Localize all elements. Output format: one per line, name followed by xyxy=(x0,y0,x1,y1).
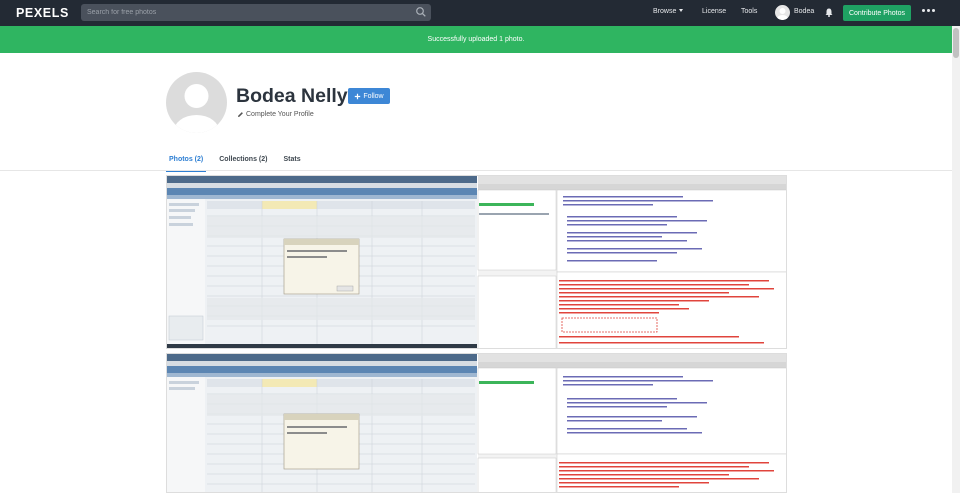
license-link[interactable]: License xyxy=(702,8,726,15)
follow-label: Follow xyxy=(363,92,384,100)
contribute-photos-button[interactable]: Contribute Photos xyxy=(843,5,911,21)
follow-button[interactable]: Follow xyxy=(348,88,390,104)
plus-icon xyxy=(355,93,361,99)
user-name-link[interactable]: Bodea xyxy=(794,8,814,15)
user-avatar-icon[interactable] xyxy=(775,5,790,20)
profile-name: Bodea Nelly xyxy=(236,85,348,107)
complete-profile-label: Complete Your Profile xyxy=(246,111,314,118)
search-icon[interactable] xyxy=(415,6,427,18)
browse-label: Browse xyxy=(653,8,677,15)
search-input[interactable] xyxy=(81,4,431,21)
success-banner: Successfully uploaded 1 photo. xyxy=(0,26,952,53)
page-scrollbar[interactable] xyxy=(952,26,960,493)
pencil-icon xyxy=(238,112,243,117)
profile-avatar xyxy=(166,72,227,133)
photo-image xyxy=(167,176,786,348)
browse-menu[interactable]: Browse xyxy=(653,8,684,15)
photo-card-2[interactable] xyxy=(166,353,787,493)
tabs-divider xyxy=(0,170,952,171)
banner-message: Successfully uploaded 1 photo. xyxy=(427,36,525,43)
bell-icon[interactable] xyxy=(825,8,833,17)
photo-card-1[interactable] xyxy=(166,175,787,349)
photo-image xyxy=(167,354,786,492)
more-dots-icon[interactable] xyxy=(922,9,935,12)
top-nav: PEXELS Browse License Tools Bodea Contri… xyxy=(0,0,960,26)
complete-profile-link[interactable]: Complete Your Profile xyxy=(237,111,314,118)
chevron-down-icon xyxy=(679,9,684,12)
tools-link[interactable]: Tools xyxy=(741,8,757,15)
pexels-logo[interactable]: PEXELS xyxy=(16,6,69,20)
